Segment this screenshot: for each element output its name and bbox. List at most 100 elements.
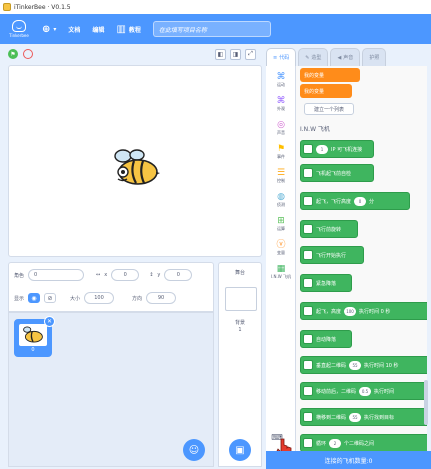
sprite-name-input[interactable]: 0 [28, 269, 85, 281]
add-backdrop-button[interactable]: ▣ [229, 439, 251, 461]
tutorials-menu[interactable]: ▥ 教程 [116, 24, 140, 35]
category-control-label: 控制 [277, 178, 285, 183]
add-sprite-button[interactable]: ☺ [183, 439, 205, 461]
control-icon: ☰ [276, 168, 286, 178]
drone-icon: ▦ [276, 264, 286, 274]
block-auto-land[interactable]: 自动降落 [300, 330, 352, 348]
block-connect[interactable]: 1 IP 可飞机连接 [300, 140, 374, 158]
events-icon: ⚑ [276, 144, 286, 154]
block-rotate[interactable]: 飞行前旋转 [300, 220, 358, 238]
sprite-list: 0 ✕ [8, 312, 214, 467]
block-selfcheck[interactable]: 飞机起飞前自检 [300, 164, 374, 182]
block-oval[interactable]: 100 [344, 306, 357, 316]
block-qr-vertical[interactable]: 垂直起二维码 55 执行时间 10 秒 [300, 356, 427, 374]
drone-block-icon [303, 334, 313, 344]
language-menu[interactable]: ⊕ ▾ [42, 24, 56, 35]
block-oval[interactable]: 2 [329, 438, 342, 448]
block-loop-qr[interactable]: 循环 2 个二维码之间 [300, 434, 427, 451]
speaker-icon: ◀ [337, 54, 342, 61]
book-icon: ▥ [116, 23, 126, 35]
category-motion-label: 运动 [277, 82, 285, 87]
drone-block-icon [303, 278, 313, 288]
large-stage-button[interactable]: ◨ [230, 48, 241, 60]
bee-sprite-icon[interactable] [112, 148, 160, 186]
tab-code[interactable]: ≡ 代码 [266, 48, 297, 66]
menu-bar: Tinkerbee ⊕ ▾ 文档 编辑 ▥ 教程 在此填写项目名称 [0, 14, 431, 44]
block-oval[interactable]: 0 [354, 196, 367, 206]
category-looks[interactable]: ⌘ 外观 [266, 96, 296, 112]
file-menu[interactable]: 文档 [68, 25, 80, 34]
block-takeoff-timed[interactable]: 起飞，高度 100 执行时间 0 秒 [300, 302, 427, 320]
palette-scrollbar[interactable] [424, 380, 428, 425]
small-stage-button[interactable]: ◧ [215, 48, 226, 60]
size-input[interactable]: 100 [84, 292, 115, 304]
block-suffix: 分 [369, 198, 375, 205]
sound-icon: ◎ [277, 120, 285, 130]
stage-canvas[interactable] [8, 65, 262, 257]
block-suffix: 执行时间 0 秒 [359, 308, 391, 315]
block-oval[interactable]: 0.5 [359, 386, 372, 396]
category-sound-label: 声音 [277, 130, 285, 135]
category-sound[interactable]: ◎ 声音 [266, 120, 296, 136]
fullscreen-button[interactable]: ⤢ [245, 48, 256, 60]
drone-count-text: 连接的飞机数量:0 [324, 457, 373, 465]
block-oval[interactable]: 55 [349, 360, 362, 370]
block-text: IP 可飞机连接 [331, 146, 363, 153]
block-text: 飞行前旋转 [316, 226, 342, 233]
category-sensing[interactable]: ◍ 侦测 [266, 192, 296, 208]
tab-sounds[interactable]: ◀ 声音 [330, 48, 361, 66]
code-icon: ≡ [273, 54, 278, 61]
backdrop-thumbnail[interactable] [225, 287, 257, 311]
show-hidden-button[interactable]: ⊘ [44, 293, 57, 303]
block-oval[interactable]: 1 [316, 144, 328, 154]
tab-extra[interactable]: 护照 [362, 48, 387, 66]
green-flag-button[interactable]: ⚑ [8, 49, 18, 59]
project-title-input[interactable]: 在此填写项目名称 [152, 21, 271, 37]
category-variables[interactable]: ⓥ 变量 [266, 240, 296, 256]
sprite-thumbnail-image [19, 324, 47, 346]
block-suffix: 个二维码之间 [344, 440, 375, 447]
backdrops-label: 背景 [234, 320, 245, 326]
stop-button[interactable] [23, 49, 33, 59]
variable-dropdown-block[interactable]: 我的变量 [300, 84, 352, 98]
block-qr-sideways[interactable]: 横移到二维码 55 执行找到目标 [300, 408, 427, 426]
category-operators[interactable]: ⊞ 运算 [266, 216, 296, 232]
block-emergency-land[interactable]: 紧急降落 [300, 274, 352, 292]
x-input[interactable]: 0 [111, 269, 140, 281]
backdrops-count: 1 [238, 327, 242, 333]
direction-input[interactable]: 90 [146, 292, 177, 304]
category-control[interactable]: ☰ 控制 [266, 168, 296, 184]
block-takeoff-height[interactable]: 起飞，飞行高度 0 分 [300, 192, 410, 210]
block-qr-move[interactable]: 移动前后，二维码 0.5 执行时间 [300, 382, 427, 400]
stage-pane[interactable]: 舞台 背景 1 [218, 262, 262, 467]
sprite-thumbnail[interactable]: 0 ✕ [14, 316, 55, 357]
category-looks-label: 外观 [277, 106, 285, 111]
trash-icon: ✕ [46, 318, 53, 325]
sprite-name-row: 角色 0 ↔ x 0 ↕ y 0 [14, 269, 193, 281]
edit-menu[interactable]: 编辑 [92, 25, 104, 34]
variable-block[interactable]: 我的变量 [300, 68, 360, 82]
direction-label: 方向 [132, 295, 143, 302]
category-motion[interactable]: ⌘ 运动 [266, 72, 296, 88]
block-text: 循环 [316, 440, 327, 447]
block-start[interactable]: 飞行开始执行 [300, 246, 364, 264]
looks-icon: ⌘ [276, 96, 286, 106]
globe-icon: ⊕ [42, 23, 51, 35]
category-events[interactable]: ⚑ 事件 [266, 144, 296, 160]
y-arrow-icon: ↕ [149, 272, 154, 278]
category-operators-label: 运算 [277, 226, 285, 231]
delete-sprite-button[interactable]: ✕ [44, 316, 55, 327]
category-inw-drone[interactable]: ▦ I.N.W 飞机 [266, 264, 296, 280]
y-input[interactable]: 0 [164, 269, 193, 281]
x-label: x [104, 272, 108, 278]
flag-icon: ⚑ [10, 50, 16, 58]
logo[interactable]: Tinkerbee [6, 16, 32, 42]
tab-costumes[interactable]: ✎ 造型 [298, 48, 329, 66]
sprite-thumbnail-label: 0 [31, 347, 35, 353]
block-text: 移动前后，二维码 [316, 388, 357, 395]
block-oval[interactable]: 55 [349, 412, 362, 422]
show-label: 显示 [14, 295, 25, 302]
make-list-button[interactable]: 建立一个列表 [304, 103, 354, 115]
show-visible-button[interactable]: ◉ [28, 293, 41, 303]
editor-tabs: ≡ 代码 ✎ 造型 ◀ 声音 护照 [266, 48, 431, 66]
